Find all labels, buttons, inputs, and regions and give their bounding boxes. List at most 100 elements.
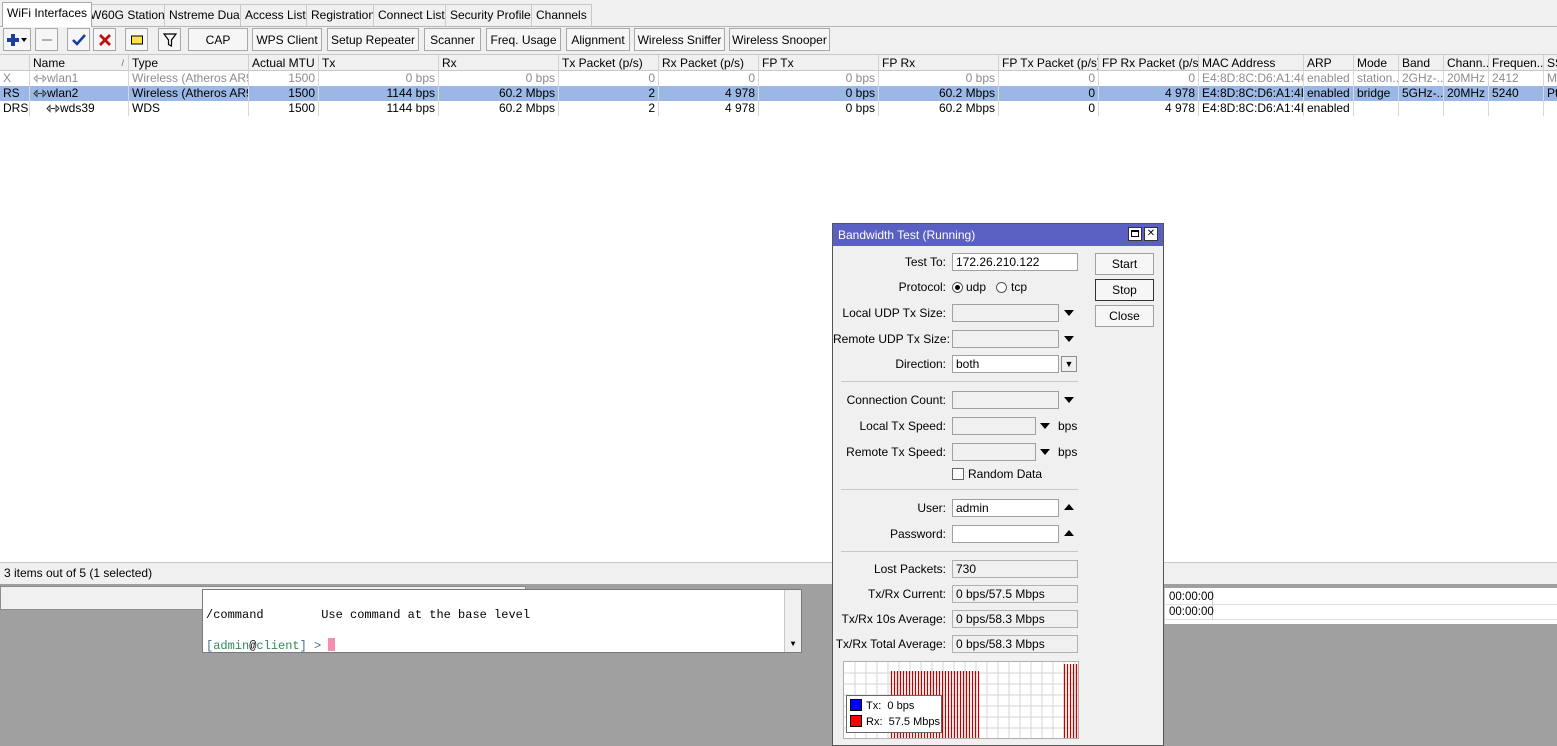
protocol-tcp-label: tcp bbox=[1011, 280, 1028, 294]
list-item[interactable]: 00:00:00 bbox=[1165, 605, 1557, 620]
setup-repeater-button[interactable]: Setup Repeater bbox=[327, 28, 419, 51]
start-button[interactable]: Start bbox=[1095, 253, 1154, 275]
wps-client-button[interactable]: WPS Client bbox=[252, 28, 322, 51]
terminal-prompt[interactable]: [admin@client] > bbox=[206, 638, 336, 653]
protocol-tcp-radio[interactable] bbox=[996, 282, 1007, 293]
alignment-button[interactable]: Alignment bbox=[566, 28, 630, 51]
col-rx-packet[interactable]: Rx Packet (p/s) bbox=[659, 55, 759, 71]
col-mode[interactable]: Mode bbox=[1354, 55, 1399, 71]
remote-udp-tx-size-input[interactable] bbox=[952, 330, 1059, 348]
interfaces-table: Name / Type Actual MTU Tx Rx Tx Packet (… bbox=[0, 55, 1557, 561]
col-frequency[interactable]: Frequen... bbox=[1489, 55, 1544, 71]
check-icon bbox=[71, 33, 86, 46]
table-row[interactable]: DRS wds39 WDS 1500 1144 bps 60.2 Mbps 2 … bbox=[0, 101, 1557, 116]
chevron-up-icon[interactable] bbox=[1064, 504, 1074, 510]
stop-button[interactable]: Stop bbox=[1095, 279, 1154, 301]
divider bbox=[841, 489, 1078, 490]
comment-button[interactable] bbox=[125, 28, 148, 51]
local-tx-speed-input[interactable] bbox=[952, 417, 1036, 435]
add-button[interactable] bbox=[3, 28, 31, 51]
tab-w60g-station[interactable]: W60G Station bbox=[85, 4, 170, 26]
tab-security-profiles[interactable]: Security Profiles bbox=[445, 4, 542, 26]
wireless-sniffer-button[interactable]: Wireless Sniffer bbox=[634, 28, 725, 51]
tab-access-list[interactable]: Access List bbox=[240, 4, 311, 26]
password-input[interactable] bbox=[952, 525, 1059, 543]
tab-nstreme-dual[interactable]: Nstreme Dual bbox=[164, 4, 248, 26]
terminal-scrollbar[interactable]: ▼ bbox=[784, 590, 801, 652]
chevron-down-icon[interactable] bbox=[1064, 336, 1074, 342]
chevron-down-icon[interactable] bbox=[1040, 449, 1050, 455]
col-ssid[interactable]: SS bbox=[1544, 55, 1557, 71]
col-fp-rx[interactable]: FP Rx bbox=[879, 55, 999, 71]
dropdown-toggle-icon[interactable]: ▼ bbox=[1061, 356, 1077, 372]
background-list-panel: 00:00:00 00:00:00 bbox=[1164, 588, 1557, 624]
col-flags[interactable] bbox=[0, 55, 30, 71]
enable-button[interactable] bbox=[67, 28, 90, 51]
col-rx[interactable]: Rx bbox=[439, 55, 559, 71]
col-fp-tx-packet[interactable]: FP Tx Packet (p/s) bbox=[999, 55, 1099, 71]
bandwidth-graph: Tx: 0 bps Rx: 57.5 Mbps bbox=[843, 661, 1079, 739]
col-actual-mtu[interactable]: Actual MTU bbox=[249, 55, 319, 71]
user-input[interactable]: admin bbox=[952, 499, 1059, 517]
tab-channels[interactable]: Channels bbox=[531, 4, 592, 26]
col-fp-rx-packet[interactable]: FP Rx Packet (p/s) bbox=[1099, 55, 1199, 71]
tab-registration[interactable]: Registration bbox=[306, 4, 381, 26]
wireless-interface-icon bbox=[33, 89, 47, 98]
col-channel-width[interactable]: Chann... bbox=[1444, 55, 1489, 71]
random-data-checkbox[interactable] bbox=[952, 468, 964, 480]
close-icon[interactable]: ✕ bbox=[1144, 227, 1158, 241]
list-item[interactable]: 00:00:00 bbox=[1165, 590, 1557, 605]
remote-tx-speed-unit: bps bbox=[1058, 445, 1078, 459]
col-mac-address[interactable]: MAC Address bbox=[1199, 55, 1304, 71]
connection-count-input[interactable] bbox=[952, 391, 1059, 409]
remote-tx-speed-input[interactable] bbox=[952, 443, 1036, 461]
scanner-button[interactable]: Scanner bbox=[424, 28, 481, 51]
time-cell: 00:00:00 bbox=[1169, 605, 1214, 620]
col-tx[interactable]: Tx bbox=[319, 55, 439, 71]
tab-connect-list[interactable]: Connect List bbox=[373, 4, 450, 26]
wireless-interface-icon bbox=[33, 74, 47, 83]
scroll-down-icon[interactable]: ▼ bbox=[788, 640, 798, 649]
col-tx-packet[interactable]: Tx Packet (p/s) bbox=[559, 55, 659, 71]
maximize-icon[interactable] bbox=[1128, 227, 1142, 241]
close-button[interactable]: Close bbox=[1095, 305, 1154, 327]
table-row[interactable]: X wlan1 Wireless (Atheros AR9... 1500 0 … bbox=[0, 71, 1557, 86]
chevron-down-icon[interactable] bbox=[1064, 397, 1074, 403]
wireless-snooper-button[interactable]: Wireless Snooper bbox=[729, 28, 830, 51]
protocol-udp-label: udp bbox=[966, 280, 987, 294]
freq-usage-button[interactable]: Freq. Usage bbox=[486, 28, 561, 51]
password-label: Password: bbox=[889, 527, 946, 541]
test-to-input[interactable]: 172.26.210.122 bbox=[952, 253, 1078, 271]
remove-button[interactable] bbox=[35, 28, 58, 51]
user-label: User: bbox=[917, 501, 946, 515]
table-row[interactable]: RS wlan2 Wireless (Atheros AR9... 1500 1… bbox=[0, 86, 1557, 101]
txrx-total-average-label: Tx/Rx Total Average: bbox=[835, 637, 946, 651]
toolbar: CAP WPS Client Setup Repeater Scanner Fr… bbox=[0, 27, 1557, 55]
col-name-label: Name bbox=[33, 56, 66, 70]
local-udp-tx-size-input[interactable] bbox=[952, 304, 1059, 322]
col-band[interactable]: Band bbox=[1399, 55, 1444, 71]
status-bar: 3 items out of 5 (1 selected) bbox=[0, 562, 1557, 584]
legend-tx: Tx: 0 bps bbox=[850, 699, 914, 713]
disable-button[interactable] bbox=[93, 28, 116, 51]
col-type[interactable]: Type bbox=[129, 55, 249, 71]
col-arp[interactable]: ARP bbox=[1304, 55, 1354, 71]
protocol-udp-radio[interactable] bbox=[952, 282, 963, 293]
chevron-down-icon[interactable] bbox=[1040, 423, 1050, 429]
chevron-down-icon[interactable] bbox=[1064, 310, 1074, 316]
chevron-up-icon[interactable] bbox=[1064, 530, 1074, 536]
col-fp-tx[interactable]: FP Tx bbox=[759, 55, 879, 71]
filter-button[interactable] bbox=[158, 28, 181, 51]
tab-wifi-interfaces[interactable]: WiFi Interfaces bbox=[2, 2, 93, 27]
terminal-window[interactable]: /command Use command at the base level [… bbox=[202, 589, 802, 653]
dialog-title-bar[interactable]: Bandwidth Test (Running) ✕ bbox=[833, 224, 1163, 246]
comment-icon bbox=[130, 35, 143, 44]
col-name[interactable]: Name / bbox=[30, 55, 129, 71]
cap-button[interactable]: CAP bbox=[188, 28, 248, 51]
divider bbox=[841, 381, 1078, 382]
txrx-total-average-value: 0 bps/58.3 Mbps bbox=[952, 635, 1078, 653]
direction-select[interactable]: both bbox=[952, 355, 1059, 373]
remote-tx-speed-label: Remote Tx Speed: bbox=[846, 445, 946, 459]
txrx-10s-average-label: Tx/Rx 10s Average: bbox=[841, 612, 947, 626]
direction-label: Direction: bbox=[895, 357, 946, 371]
